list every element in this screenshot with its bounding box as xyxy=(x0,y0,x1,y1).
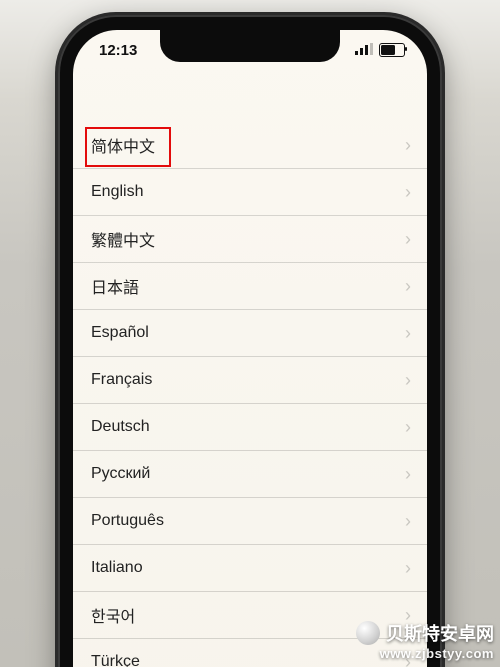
language-label: Русский xyxy=(91,465,150,483)
language-label: English xyxy=(91,183,143,201)
watermark: 贝斯特安卓网 www.zjbstyy.com xyxy=(356,620,494,661)
chevron-right-icon: › xyxy=(405,136,411,154)
language-row[interactable]: Русский › xyxy=(73,451,427,498)
language-label: Italiano xyxy=(91,559,143,577)
language-label: 简体中文 xyxy=(91,133,155,157)
language-row[interactable]: 日本語 › xyxy=(73,263,427,310)
language-row[interactable]: 繁體中文 › xyxy=(73,216,427,263)
language-label: Türkçe xyxy=(91,653,140,667)
language-label: 한국어 xyxy=(91,603,135,627)
watermark-title: 贝斯特安卓网 xyxy=(386,620,494,646)
chevron-right-icon: › xyxy=(405,230,411,248)
cellular-signal-icon xyxy=(355,42,373,59)
language-label: Français xyxy=(91,371,152,389)
language-label: Português xyxy=(91,512,164,530)
chevron-right-icon: › xyxy=(405,277,411,295)
language-row[interactable]: Français › xyxy=(73,357,427,404)
language-row[interactable]: Deutsch › xyxy=(73,404,427,451)
chevron-right-icon: › xyxy=(405,512,411,530)
language-row[interactable]: Español › xyxy=(73,310,427,357)
watermark-url: www.zjbstyy.com xyxy=(356,646,494,661)
chevron-right-icon: › xyxy=(405,324,411,342)
chevron-right-icon: › xyxy=(405,371,411,389)
chevron-right-icon: › xyxy=(405,418,411,436)
language-list[interactable]: 简体中文›English›繁體中文›日本語›Español›Français›D… xyxy=(73,122,427,667)
phone-screen: 12:13 简体中文›English›繁體中文›日本語›Español›Fran… xyxy=(73,30,427,667)
language-label: 日本語 xyxy=(91,274,139,298)
language-label: Español xyxy=(91,324,149,342)
battery-fill xyxy=(381,45,395,55)
chevron-right-icon: › xyxy=(405,559,411,577)
language-row[interactable]: English › xyxy=(73,169,427,216)
notch xyxy=(160,30,340,62)
language-label: Deutsch xyxy=(91,418,150,436)
battery-icon xyxy=(379,43,405,57)
status-time: 12:13 xyxy=(99,42,137,59)
language-row[interactable]: Italiano › xyxy=(73,545,427,592)
language-label: 繁體中文 xyxy=(91,227,155,251)
watermark-logo-icon xyxy=(356,621,380,645)
language-row[interactable]: Português › xyxy=(73,498,427,545)
iphone-device-frame: 12:13 简体中文›English›繁體中文›日本語›Español›Fran… xyxy=(58,15,442,667)
language-row[interactable]: 简体中文 › xyxy=(73,122,427,169)
chevron-right-icon: › xyxy=(405,183,411,201)
chevron-right-icon: › xyxy=(405,465,411,483)
